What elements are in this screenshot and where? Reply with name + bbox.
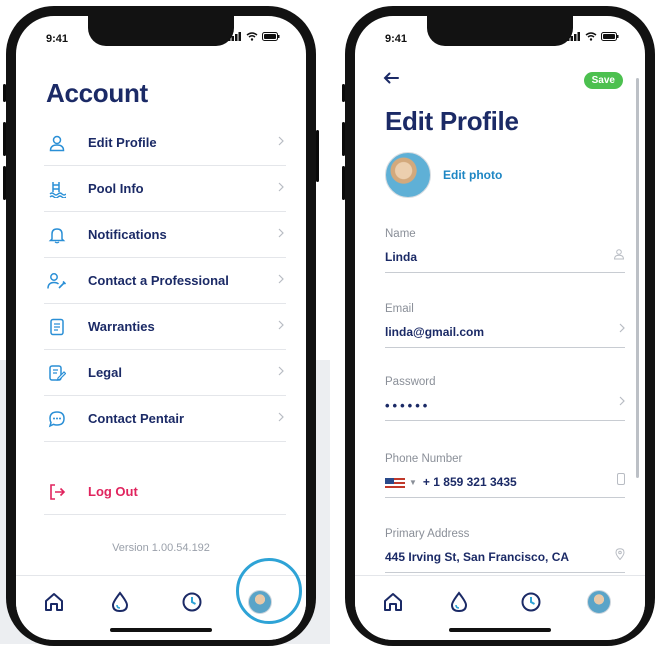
menu-item-label: Contact a Professional bbox=[88, 273, 229, 288]
battery-icon bbox=[262, 32, 280, 41]
logout-icon bbox=[46, 481, 68, 503]
save-button[interactable]: Save bbox=[583, 72, 623, 89]
menu-item-notifications[interactable]: Notifications bbox=[44, 212, 286, 258]
chevron-right-icon bbox=[278, 366, 284, 376]
tab-water[interactable] bbox=[443, 586, 475, 618]
edit-document-icon bbox=[46, 362, 68, 384]
clock-icon bbox=[182, 592, 202, 612]
page-title: Account bbox=[46, 78, 148, 108]
account-menu: Edit Profile Pool Info Notifications Con… bbox=[44, 120, 286, 442]
logout-button[interactable]: Log Out bbox=[44, 469, 286, 515]
menu-item-label: Contact Pentair bbox=[88, 411, 185, 426]
us-flag-icon[interactable] bbox=[385, 477, 405, 488]
menu-item-legal[interactable]: Legal bbox=[44, 350, 286, 396]
chevron-right-icon bbox=[278, 412, 284, 422]
chevron-right-icon bbox=[619, 323, 625, 333]
menu-item-contact-professional[interactable]: Contact a Professional bbox=[44, 258, 286, 304]
profile-photo[interactable] bbox=[385, 152, 431, 198]
name-field[interactable]: Name Linda bbox=[385, 228, 625, 273]
phone-edit-profile: 9:41 Save Edit Profile Edit photo Name L… bbox=[342, 6, 655, 646]
bell-icon bbox=[46, 224, 68, 246]
wifi-icon bbox=[246, 32, 258, 41]
menu-item-label: Warranties bbox=[88, 319, 155, 334]
user-icon bbox=[613, 249, 625, 260]
menu-item-warranties[interactable]: Warranties bbox=[44, 304, 286, 350]
menu-item-label: Pool Info bbox=[88, 181, 144, 196]
field-label: Phone Number bbox=[385, 453, 463, 465]
phone-account: 9:41 Account Edit Profile Pool Info Noti… bbox=[3, 6, 319, 646]
water-drop-icon bbox=[111, 591, 129, 613]
edit-photo-link[interactable]: Edit photo bbox=[443, 168, 502, 182]
home-indicator bbox=[449, 628, 551, 632]
phone-icon bbox=[617, 473, 625, 485]
edit-profile-screen: 9:41 Save Edit Profile Edit photo Name L… bbox=[355, 16, 645, 640]
menu-item-contact-pentair[interactable]: Contact Pentair bbox=[44, 396, 286, 442]
menu-item-pool-info[interactable]: Pool Info bbox=[44, 166, 286, 212]
status-time: 9:41 bbox=[385, 33, 408, 45]
water-drop-icon bbox=[450, 591, 468, 613]
chevron-right-icon bbox=[278, 136, 284, 146]
field-value: 445 Irving St, San Francisco, CA bbox=[385, 550, 570, 564]
menu-item-label: Legal bbox=[88, 365, 122, 380]
menu-item-label: Edit Profile bbox=[88, 135, 157, 150]
document-icon bbox=[46, 316, 68, 338]
status-icons bbox=[567, 32, 619, 41]
professional-icon bbox=[46, 270, 68, 292]
field-label: Primary Address bbox=[385, 528, 470, 540]
status-time: 9:41 bbox=[46, 33, 69, 45]
account-screen: 9:41 Account Edit Profile Pool Info Noti… bbox=[16, 16, 306, 640]
home-indicator bbox=[110, 628, 212, 632]
chevron-right-icon bbox=[278, 274, 284, 284]
field-value: Linda bbox=[385, 250, 417, 264]
tab-water[interactable] bbox=[104, 586, 136, 618]
wifi-icon bbox=[585, 32, 597, 41]
tab-bar bbox=[355, 575, 645, 640]
location-pin-icon bbox=[615, 548, 625, 560]
field-label: Name bbox=[385, 228, 416, 240]
clock-icon bbox=[521, 592, 541, 612]
field-label: Email bbox=[385, 303, 414, 315]
field-value: •••••• bbox=[385, 398, 431, 413]
version-text: Version 1.00.54.192 bbox=[112, 542, 210, 554]
tab-history[interactable] bbox=[515, 586, 547, 618]
status-icons bbox=[228, 32, 280, 41]
field-value: + 1 859 321 3435 bbox=[422, 475, 517, 489]
chevron-right-icon bbox=[278, 182, 284, 192]
pool-ladder-icon bbox=[46, 178, 68, 200]
tab-home[interactable] bbox=[38, 586, 70, 618]
chat-bubble-icon bbox=[46, 408, 68, 430]
notch bbox=[88, 16, 234, 46]
home-icon bbox=[45, 593, 63, 611]
email-field[interactable]: Email linda@gmail.com bbox=[385, 303, 625, 348]
phone-number-field[interactable]: Phone Number ▼ + 1 859 321 3435 bbox=[385, 453, 625, 498]
field-label: Password bbox=[385, 376, 436, 388]
chevron-right-icon bbox=[278, 228, 284, 238]
signal-icon bbox=[567, 32, 580, 41]
logout-label: Log Out bbox=[88, 484, 138, 499]
highlight-ring bbox=[236, 558, 302, 624]
chevron-right-icon bbox=[278, 320, 284, 330]
profile-avatar bbox=[587, 590, 611, 614]
phone-value-row: ▼ + 1 859 321 3435 bbox=[385, 475, 517, 489]
notch bbox=[427, 16, 573, 46]
signal-icon bbox=[228, 32, 241, 41]
back-arrow-icon[interactable] bbox=[383, 72, 399, 84]
page-title: Edit Profile bbox=[385, 106, 519, 136]
chevron-right-icon bbox=[619, 396, 625, 406]
password-field[interactable]: Password •••••• bbox=[385, 376, 625, 421]
user-icon bbox=[46, 132, 68, 154]
menu-item-edit-profile[interactable]: Edit Profile bbox=[44, 120, 286, 166]
battery-icon bbox=[601, 32, 619, 41]
tab-home[interactable] bbox=[377, 586, 409, 618]
chevron-down-icon[interactable]: ▼ bbox=[409, 478, 417, 487]
tab-history[interactable] bbox=[176, 586, 208, 618]
field-value: linda@gmail.com bbox=[385, 325, 485, 339]
primary-address-field[interactable]: Primary Address 445 Irving St, San Franc… bbox=[385, 528, 625, 573]
scrollbar[interactable] bbox=[636, 78, 639, 478]
tab-profile[interactable] bbox=[583, 586, 615, 618]
home-icon bbox=[384, 593, 402, 611]
menu-item-label: Notifications bbox=[88, 227, 167, 242]
